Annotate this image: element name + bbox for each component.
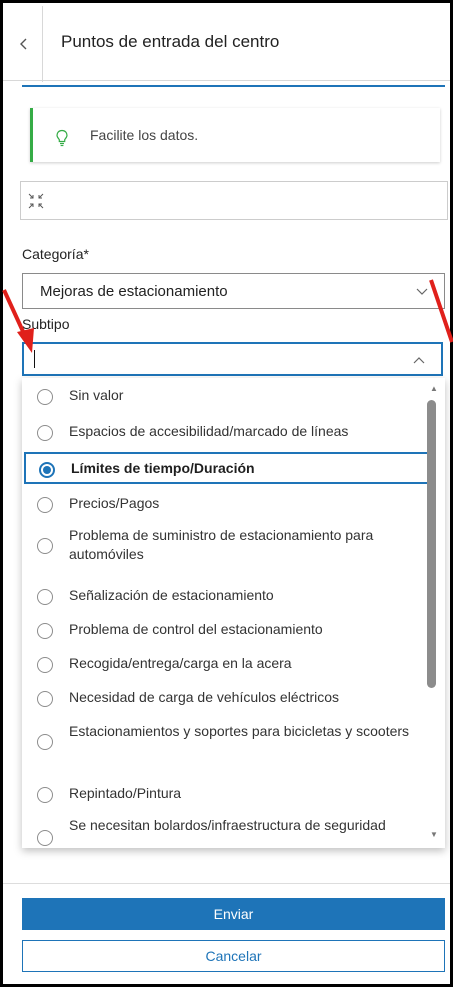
- option-label: Se necesitan bolardos/infraestructura de…: [69, 817, 386, 833]
- subtype-input[interactable]: [22, 342, 443, 376]
- subtype-option[interactable]: Sin valor: [22, 384, 427, 408]
- cancel-button[interactable]: Cancelar: [22, 940, 445, 972]
- collapse-icon[interactable]: [27, 192, 45, 210]
- notice-text: Facilite los datos.: [90, 127, 199, 143]
- header-accent-line: [22, 85, 445, 87]
- back-button[interactable]: [19, 31, 39, 55]
- option-label: Problema de suministro de estacionamient…: [69, 527, 374, 562]
- radio-button[interactable]: [37, 497, 53, 513]
- radio-button[interactable]: [37, 538, 53, 554]
- subtype-option[interactable]: Precios/Pagos: [22, 492, 427, 516]
- option-label: Repintado/Pintura: [69, 785, 182, 801]
- category-select[interactable]: Mejoras de estacionamiento: [22, 273, 445, 309]
- subtype-option[interactable]: Límites de tiempo/Duración: [24, 452, 427, 484]
- chevron-down-icon: [416, 288, 428, 295]
- scrollbar-thumb[interactable]: [427, 400, 436, 688]
- options-list: Sin valor Espacios de accesibilidad/marca…: [22, 378, 427, 848]
- category-label: Categoría*: [22, 246, 89, 262]
- subtype-option[interactable]: Problema de suministro de estacionamient…: [22, 524, 427, 566]
- subtype-option[interactable]: Necesidad de carga de vehículos eléctric…: [22, 686, 427, 710]
- subtype-option[interactable]: Recogida/entrega/carga en la acera: [22, 652, 427, 676]
- scroll-down-arrow-icon[interactable]: ▼: [430, 830, 438, 839]
- subtype-option[interactable]: Espacios de accesibilidad/marcado de lín…: [22, 420, 427, 444]
- option-label: Recogida/entrega/carga en la acera: [69, 655, 292, 671]
- option-label: Necesidad de carga de vehículos eléctric…: [69, 689, 340, 705]
- subtype-option[interactable]: Señalización de estacionamiento: [22, 584, 427, 608]
- submit-button[interactable]: Enviar: [22, 898, 445, 930]
- radio-button[interactable]: [37, 389, 53, 405]
- radio-button[interactable]: [37, 657, 53, 673]
- option-label: Precios/Pagos: [69, 495, 160, 511]
- radio-button[interactable]: [37, 830, 53, 846]
- category-value: Mejoras de estacionamiento: [40, 283, 228, 300]
- radio-button-selected[interactable]: [39, 462, 55, 478]
- option-label: Señalización de estacionamiento: [69, 587, 274, 603]
- panel-header: Puntos de entrada del centro: [3, 3, 450, 82]
- subtype-label: Subtipo: [22, 316, 70, 332]
- option-label: Límites de tiempo/Duración: [71, 460, 255, 476]
- subtype-option[interactable]: Problema de control del estacionamiento: [22, 618, 427, 642]
- option-label: Estacionamientos y soportes para bicicle…: [69, 723, 410, 739]
- subtype-option[interactable]: Se necesitan bolardos/infraestructura de…: [22, 814, 427, 848]
- option-label: Problema de control del estacionamiento: [69, 621, 323, 637]
- radio-button[interactable]: [37, 787, 53, 803]
- radio-button[interactable]: [37, 425, 53, 441]
- subtype-option[interactable]: Estacionamientos y soportes para bicicle…: [22, 720, 427, 762]
- subtype-dropdown: ▲ ▼ Sin valor Espacios de accesibilidad/m…: [22, 378, 445, 848]
- page-title: Puntos de entrada del centro: [61, 32, 280, 51]
- notice-banner: Facilite los datos.: [30, 108, 440, 162]
- scroll-up-arrow-icon[interactable]: ▲: [430, 384, 438, 393]
- chevron-up-icon[interactable]: [413, 356, 425, 364]
- radio-button[interactable]: [37, 734, 53, 750]
- subtype-option[interactable]: Repintado/Pintura: [22, 782, 427, 806]
- option-label: Sin valor: [69, 387, 124, 403]
- radio-button[interactable]: [37, 691, 53, 707]
- radio-button[interactable]: [37, 623, 53, 639]
- option-label: Espacios de accesibilidad/marcado de lín…: [69, 423, 349, 439]
- radio-button[interactable]: [37, 589, 53, 605]
- chevron-left-icon: [20, 38, 27, 50]
- header-divider: [42, 6, 43, 82]
- text-caret: [34, 350, 35, 368]
- lightbulb-icon: [56, 129, 68, 147]
- collapse-toolbar: [20, 181, 448, 220]
